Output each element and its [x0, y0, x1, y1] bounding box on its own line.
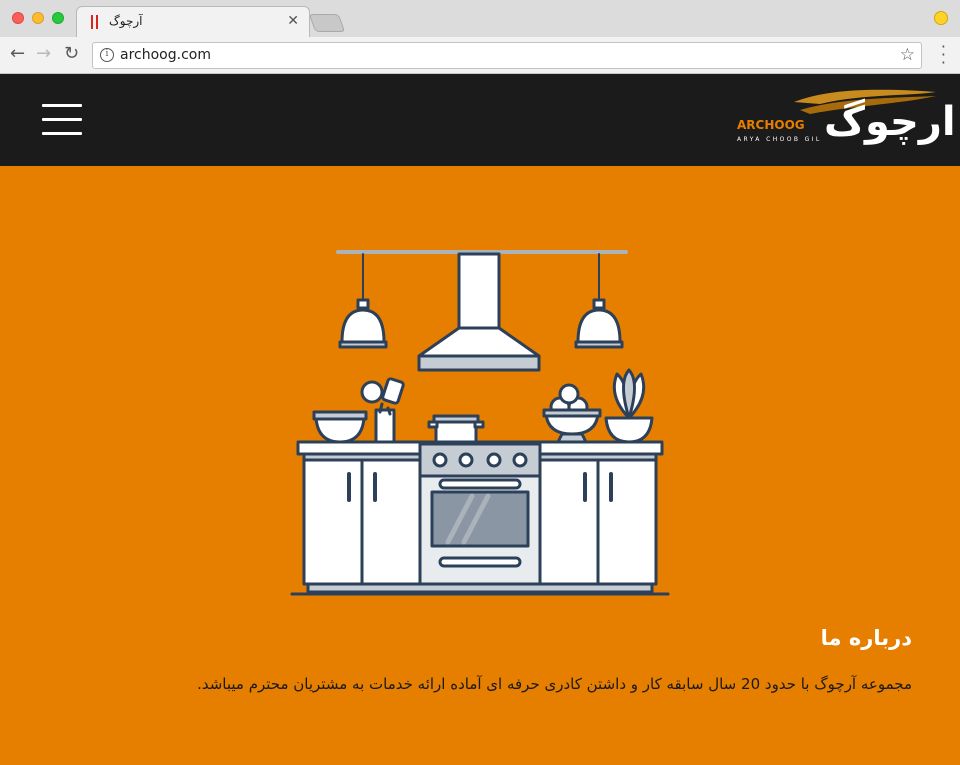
bookmark-star-icon[interactable]: ☆	[900, 45, 915, 65]
new-tab-button[interactable]	[308, 14, 346, 32]
site-header: ARCHOOG ARYA CHOOB GIL ارچوگ	[0, 74, 960, 166]
hamburger-menu-icon[interactable]	[42, 104, 82, 136]
kitchen-illustration	[290, 250, 670, 596]
tab-close-icon[interactable]: ✕	[287, 13, 299, 29]
site-info-icon[interactable]: i	[100, 48, 114, 62]
logo-farsi-text: ارچوگ	[824, 99, 956, 145]
profile-emoji-icon[interactable]	[934, 11, 948, 25]
browser-toolbar: ← → ↻ i archoog.com ☆ · · ·	[0, 37, 960, 74]
address-bar[interactable]: i archoog.com ☆	[92, 42, 922, 69]
forward-arrow-icon[interactable]: →	[36, 44, 51, 64]
logo-latin-text: ARCHOOG	[737, 118, 805, 132]
reload-icon[interactable]: ↻	[64, 44, 79, 64]
back-arrow-icon[interactable]: ←	[10, 44, 25, 64]
site-favicon-icon	[91, 15, 99, 29]
window-close-button[interactable]	[12, 12, 24, 24]
window-minimize-button[interactable]	[32, 12, 44, 24]
about-text: مجموعه آرچوگ با حدود 20 سال سابقه کار و …	[197, 675, 912, 693]
tab-title: آرچوگ	[109, 14, 143, 28]
window-zoom-button[interactable]	[52, 12, 64, 24]
url-text[interactable]: archoog.com	[120, 47, 211, 63]
about-section: درباره ما مجموعه آرچوگ با حدود 20 سال سا…	[0, 166, 960, 765]
site-logo[interactable]: ARCHOOG ARYA CHOOB GIL ارچوگ	[730, 86, 956, 152]
browser-menu-icon[interactable]: · · ·	[941, 39, 946, 71]
logo-tagline: ARYA CHOOB GIL	[737, 136, 822, 143]
browser-tab[interactable]: آرچوگ ✕	[76, 6, 310, 37]
browser-tab-strip: آرچوگ ✕	[0, 0, 960, 37]
about-title: درباره ما	[820, 626, 912, 650]
